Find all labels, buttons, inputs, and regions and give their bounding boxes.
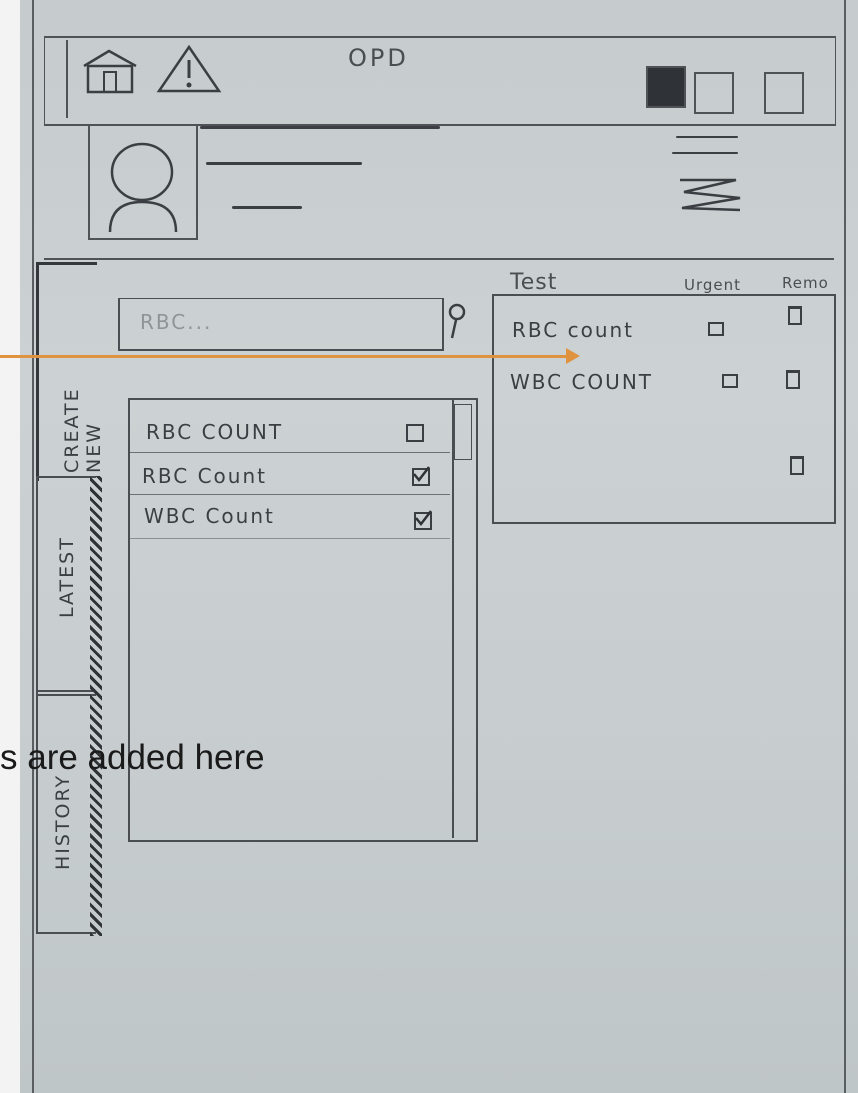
test-row-label: RBC count: [512, 318, 635, 342]
column-header-urgent: Urgent: [684, 276, 742, 294]
check-icon: [415, 510, 432, 526]
list-item-checkbox[interactable]: [406, 424, 424, 442]
urgent-checkbox[interactable]: [708, 322, 724, 336]
check-icon: [413, 466, 430, 482]
avatar-icon: [108, 142, 178, 233]
tab-history[interactable]: HISTORY: [36, 690, 96, 934]
patient-info-line-2: [232, 206, 302, 209]
tab-latest[interactable]: LATEST: [36, 476, 96, 696]
list-item-label: WBC Count: [144, 504, 275, 528]
search-icon[interactable]: [446, 302, 468, 342]
trash-icon[interactable]: [786, 370, 800, 389]
menu-icon[interactable]: [670, 172, 750, 216]
tab-create-new[interactable]: CREATE NEW: [36, 262, 105, 481]
top-bar-divider: [66, 40, 68, 118]
list-item-checkbox[interactable]: [412, 466, 430, 486]
test-row-label: WBC COUNT: [510, 370, 653, 394]
menu-line-2: [672, 152, 738, 154]
annotation-text: s are added here: [0, 738, 265, 777]
app-title: OPD: [348, 44, 409, 72]
patient-name-line: [200, 126, 440, 129]
search-placeholder: RBC...: [140, 310, 213, 334]
home-icon[interactable]: [78, 48, 140, 94]
tab-history-label: HISTORY: [52, 773, 74, 870]
tab-create-new-label: CREATE NEW: [61, 387, 105, 473]
window-control-1[interactable]: [646, 66, 686, 108]
results-scrollbar[interactable]: [452, 398, 476, 838]
list-item-label: RBC COUNT: [146, 420, 284, 444]
list-item[interactable]: RBC Count: [130, 456, 450, 495]
tab-edge-shading: [90, 476, 102, 936]
urgent-checkbox[interactable]: [722, 374, 738, 388]
list-item-checkbox[interactable]: [414, 510, 432, 530]
warning-icon[interactable]: [156, 44, 222, 94]
patient-info-line-1: [206, 162, 362, 165]
annotation-arrow: [0, 355, 572, 358]
menu-line-1: [676, 136, 738, 138]
tab-latest-label: LATEST: [56, 536, 78, 618]
trash-icon[interactable]: [790, 456, 804, 475]
avatar: [88, 124, 198, 240]
scrollbar-thumb[interactable]: [454, 404, 472, 460]
trash-icon[interactable]: [788, 306, 802, 325]
column-header-test: Test: [510, 270, 558, 295]
window-control-2[interactable]: [694, 72, 734, 114]
list-item[interactable]: RBC COUNT: [130, 414, 450, 453]
window-control-3[interactable]: [764, 72, 804, 114]
list-item[interactable]: WBC Count: [130, 500, 450, 539]
list-item-label: RBC Count: [142, 464, 267, 488]
column-header-remove: Remo: [782, 274, 829, 292]
page-margin: [0, 0, 20, 1093]
annotation-arrow-head: [566, 348, 580, 364]
